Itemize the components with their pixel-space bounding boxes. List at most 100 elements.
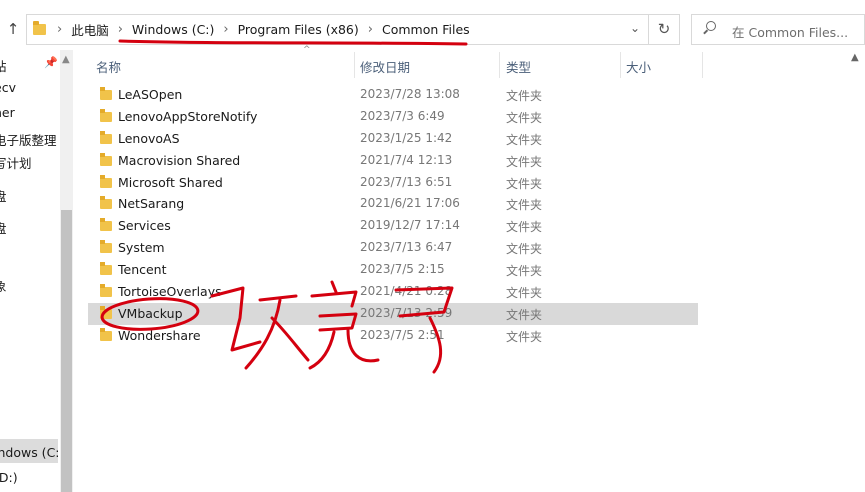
file-name: LeASOpen [118, 87, 183, 102]
file-row[interactable]: Microsoft Shared 2023/7/13 6:51 文件夹 [88, 172, 698, 194]
address-bar[interactable]: › 此电脑 › Windows (C:) › Program Files (x8… [26, 14, 649, 45]
nav-item-electronic-notes[interactable]: 电子版整理 [0, 130, 57, 149]
file-name: TortoiseOverlays [118, 284, 222, 300]
file-type: 文件夹 [506, 329, 543, 344]
file-row[interactable]: Services 2019/12/7 17:14 文件夹 [88, 215, 698, 237]
breadcrumb-program-files-x86[interactable]: Program Files (x86) [235, 22, 362, 37]
column-divider[interactable] [620, 52, 621, 78]
chevron-right-icon[interactable]: › [51, 22, 68, 37]
scroll-up-icon[interactable]: ▲ [62, 54, 70, 65]
file-type: 文件夹 [506, 89, 543, 103]
file-type: 文件夹 [506, 176, 543, 191]
folder-icon [100, 152, 112, 166]
file-modified: 2023/1/25 1:42 [360, 130, 453, 145]
file-name: Wondershare [118, 327, 201, 343]
nav-item-quick-access[interactable]: 站 [0, 56, 7, 75]
file-type: 文件夹 [506, 110, 543, 125]
file-row[interactable]: LenovoAS 2023/1/25 1:42 文件夹 [88, 128, 698, 150]
file-modified: 2021/6/21 17:06 [360, 196, 460, 211]
column-divider[interactable] [354, 52, 355, 78]
file-row[interactable]: Tencent 2023/7/5 2:15 文件夹 [88, 259, 698, 281]
folder-icon [100, 108, 112, 122]
folder-icon [100, 87, 112, 100]
nav-item-plan[interactable]: 写计划 [0, 153, 32, 172]
chevron-down-icon[interactable]: ⌄ [630, 21, 640, 35]
up-arrow-icon[interactable]: ↑ [4, 20, 22, 40]
folder-icon [100, 130, 112, 144]
file-modified: 2023/7/5 2:51 [360, 327, 445, 342]
file-modified: 2023/7/13 6:47 [360, 240, 453, 255]
file-type: 文件夹 [506, 264, 543, 279]
folder-icon [100, 327, 112, 341]
nav-item-ecv[interactable]: ecv [0, 80, 16, 95]
file-row[interactable]: Macrovision Shared 2021/7/4 12:13 文件夹 [88, 150, 698, 172]
file-row[interactable]: TortoiseOverlays 2021/4/21 0:28 文件夹 [88, 281, 698, 303]
breadcrumb: › 此电脑 › Windows (C:) › Program Files (x8… [51, 15, 473, 44]
column-modified[interactable]: 修改日期 [360, 57, 410, 76]
file-name: Microsoft Shared [118, 174, 223, 190]
nav-item-windows-c[interactable]: indows (C:) [0, 445, 64, 460]
file-list: LeASOpen 2023/7/28 13:08 文件夹 LenovoAppStor… [88, 84, 698, 347]
column-type[interactable]: 类型 [506, 57, 531, 76]
folder-icon [100, 218, 112, 232]
file-type: 文件夹 [506, 132, 543, 147]
sort-ascending-icon: ^ [303, 45, 311, 55]
file-name: System [118, 240, 165, 256]
file-row[interactable]: LenovoAppStoreNotify 2023/7/3 6:49 文件夹 [88, 106, 698, 128]
chevron-right-icon[interactable]: › [112, 22, 129, 37]
nav-item-objects[interactable]: 象 [0, 276, 7, 295]
address-row: ↑ › 此电脑 › Windows (C:) › Program Files (… [0, 8, 865, 50]
nav-item-drive-1[interactable]: 盘 [0, 186, 7, 205]
nav-scroll-thumb[interactable] [61, 210, 72, 492]
file-name: VMbackup [118, 305, 183, 321]
file-row[interactable]: NetSarang 2021/6/21 17:06 文件夹 [88, 193, 698, 215]
content-scrollbar[interactable]: ▲ [847, 50, 865, 492]
folder-icon [33, 21, 46, 35]
breadcrumb-windows-c[interactable]: Windows (C:) [129, 22, 217, 37]
pin-icon[interactable]: 📌 [44, 56, 58, 69]
folder-icon [100, 284, 112, 298]
file-row[interactable]: System 2023/7/13 6:47 文件夹 [88, 237, 698, 259]
scroll-up-icon[interactable]: ▲ [851, 52, 859, 63]
file-modified: 2019/12/7 17:14 [360, 218, 460, 233]
folder-icon [100, 262, 112, 276]
column-name[interactable]: 名称 [96, 57, 121, 76]
folder-icon [100, 305, 112, 319]
file-modified: 2023/7/5 2:15 [360, 262, 445, 277]
folder-icon [100, 240, 112, 254]
folder-icon [100, 174, 112, 188]
file-modified: 2023/7/13 2:59 [360, 305, 453, 320]
file-row-selected[interactable]: VMbackup 2023/7/13 2:59 文件夹 [88, 302, 698, 325]
file-name: Tencent [118, 262, 167, 278]
search-placeholder: 在 Common Files... [732, 25, 849, 40]
folder-icon [100, 196, 112, 210]
nav-item-ner[interactable]: ner [0, 105, 15, 120]
file-type: 文件夹 [506, 198, 543, 213]
file-name: NetSarang [118, 196, 185, 212]
file-name: Services [118, 218, 171, 234]
file-type: 文件夹 [506, 220, 543, 235]
file-type: 文件夹 [506, 286, 543, 301]
column-header-row: ^ 名称 修改日期 类型 大小 [88, 45, 708, 78]
nav-item-drive-2[interactable]: 盘 [0, 218, 7, 237]
file-name: LenovoAppStoreNotify [118, 108, 258, 124]
search-icon [706, 21, 717, 32]
search-input[interactable]: 在 Common Files... [691, 14, 865, 45]
file-type: 文件夹 [506, 154, 543, 169]
file-modified: 2021/4/21 0:28 [360, 284, 453, 299]
refresh-icon[interactable]: ↻ [649, 14, 680, 45]
file-name: Macrovision Shared [118, 152, 241, 168]
file-modified: 2023/7/28 13:08 [360, 87, 460, 101]
file-modified: 2023/7/13 6:51 [360, 174, 453, 189]
breadcrumb-this-pc[interactable]: 此电脑 [68, 20, 112, 39]
breadcrumb-common-files[interactable]: Common Files [379, 22, 473, 37]
chevron-right-icon[interactable]: › [217, 22, 234, 37]
file-row[interactable]: Wondershare 2023/7/5 2:51 文件夹 [88, 325, 698, 347]
chevron-right-icon[interactable]: › [362, 22, 379, 37]
column-divider[interactable] [499, 52, 500, 78]
file-row[interactable]: LeASOpen 2023/7/28 13:08 文件夹 [88, 84, 698, 106]
column-size[interactable]: 大小 [626, 57, 651, 76]
nav-scrollbar[interactable]: ▲ [60, 50, 73, 492]
column-divider[interactable] [702, 52, 703, 78]
nav-item-drive-d[interactable]: (D:) [0, 470, 18, 485]
